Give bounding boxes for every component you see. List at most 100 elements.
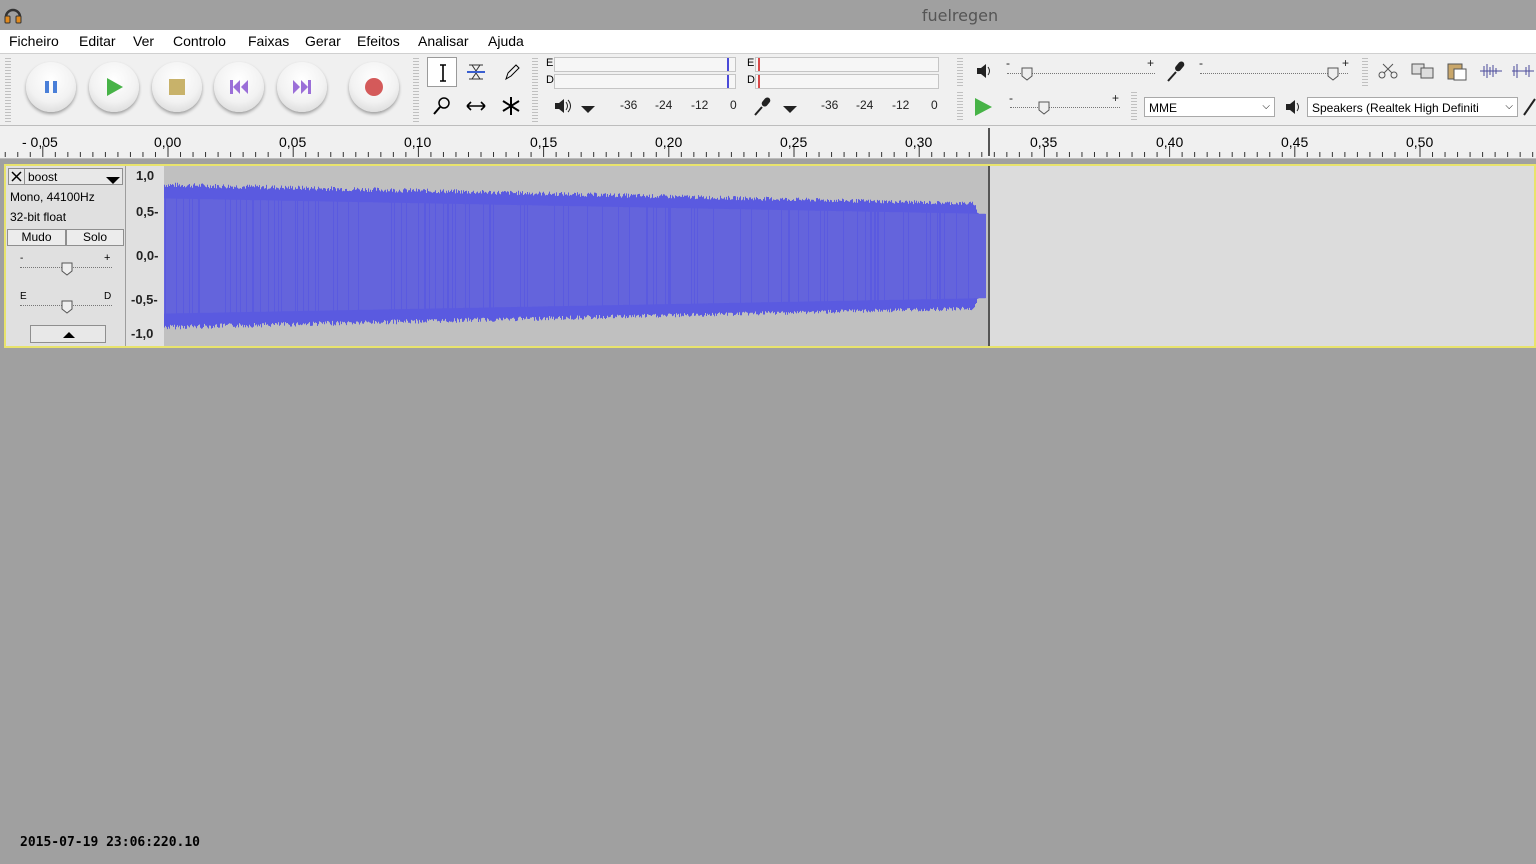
ruler-label: 0,40: [1156, 134, 1184, 150]
waveform-clip[interactable]: [164, 166, 990, 346]
slider-thumb[interactable]: [61, 262, 73, 276]
silence-audio-icon[interactable]: [1510, 62, 1536, 83]
menu-efeitos[interactable]: Efeitos: [357, 33, 400, 49]
toolbar-grip[interactable]: [957, 58, 963, 88]
chevron-down-icon: [783, 106, 797, 113]
menu-ficheiro[interactable]: Ficheiro: [9, 33, 59, 49]
slider-max-label: +: [1112, 91, 1120, 105]
trim-audio-icon[interactable]: [1478, 62, 1504, 83]
play-scale-label: -36: [620, 98, 638, 112]
record-button[interactable]: [349, 62, 399, 112]
selection-tool[interactable]: [427, 57, 457, 87]
play-scale-label: -12: [691, 98, 709, 112]
window-title: fuelregen: [921, 6, 999, 25]
slider-thumb[interactable]: [1038, 101, 1050, 115]
toolbar-grip[interactable]: [1362, 58, 1368, 88]
output-device-icon: [1284, 99, 1302, 118]
track-menu-dropdown[interactable]: [106, 173, 120, 188]
ruler-label: 0,25: [780, 134, 808, 150]
multi-tool[interactable]: [496, 91, 526, 121]
slider-max-label: +: [1147, 56, 1155, 70]
cut-icon[interactable]: [1377, 62, 1399, 83]
waveform-rms: [164, 198, 986, 314]
play-button[interactable]: [89, 62, 139, 112]
slider-thumb[interactable]: [1327, 67, 1339, 81]
menu-ver[interactable]: Ver: [133, 33, 154, 49]
meter-right-label: D: [747, 74, 755, 86]
track-format-info: Mono, 44100Hz: [10, 190, 95, 204]
skip-to-start-button[interactable]: [214, 62, 264, 112]
time-shift-tool[interactable]: [461, 91, 491, 121]
mute-button[interactable]: Mudo: [7, 229, 66, 246]
record-scale-label: -12: [892, 98, 910, 112]
y-axis-label: 1,0: [136, 168, 155, 183]
skip-to-end-icon: [293, 80, 311, 94]
y-axis-label: -1,0: [131, 326, 154, 341]
output-device-select[interactable]: Speakers (Realtek High Definiti ⌵: [1307, 97, 1518, 117]
zoom-tool[interactable]: [427, 91, 457, 121]
audio-host-select[interactable]: MME ⌵: [1144, 97, 1275, 117]
menu-faixas[interactable]: Faixas: [248, 33, 289, 49]
envelope-icon: [467, 64, 485, 80]
playback-speed-slider[interactable]: [1010, 107, 1120, 109]
playback-meter-right-bar: [554, 74, 736, 89]
play-head-marker[interactable]: [988, 128, 990, 156]
envelope-tool[interactable]: [461, 57, 491, 87]
track-empty-area[interactable]: [990, 166, 1534, 346]
toolbar-grip[interactable]: [5, 58, 11, 122]
solo-button[interactable]: Solo: [66, 229, 124, 246]
ruler-label: 0,45: [1281, 134, 1309, 150]
playback-meter-menu-button[interactable]: [580, 102, 596, 117]
gain-min-label: -: [20, 253, 24, 264]
close-track-button[interactable]: [9, 169, 25, 184]
slider-max-label: +: [1342, 56, 1350, 70]
slider-thumb[interactable]: [1021, 67, 1033, 81]
menu-editar[interactable]: Editar: [79, 33, 116, 49]
y-axis-label: 0,0-: [136, 248, 159, 263]
play-at-speed-button[interactable]: [972, 96, 994, 121]
y-axis-label: -0,5-: [131, 292, 158, 307]
menu-analisar[interactable]: Analisar: [418, 33, 469, 49]
toolbar-grip[interactable]: [532, 58, 538, 122]
amplitude-axis: 1,0 0,5- 0,0- -0,5- -1,0: [126, 166, 165, 346]
pause-button[interactable]: [26, 62, 76, 112]
speaker-icon: [553, 98, 571, 117]
stop-button[interactable]: [152, 62, 202, 112]
record-scale-label: 0: [931, 98, 938, 112]
ruler-label: 0,30: [905, 134, 933, 150]
slider-thumb[interactable]: [61, 300, 73, 314]
input-volume-slider[interactable]: [1200, 73, 1348, 75]
draw-tool[interactable]: [496, 57, 526, 87]
paste-icon[interactable]: [1446, 61, 1468, 84]
meter-left-label: E: [747, 57, 755, 69]
menu-controlo[interactable]: Controlo: [173, 33, 226, 49]
toolbar-grip[interactable]: [1131, 92, 1137, 122]
play-icon: [107, 78, 123, 96]
collapse-track-button[interactable]: [30, 325, 106, 343]
menu-bar: Ficheiro Editar Ver Controlo Faixas Gera…: [0, 30, 1536, 54]
skip-to-end-button[interactable]: [277, 62, 327, 112]
microphone-icon: [753, 96, 773, 119]
toolbar-grip[interactable]: [413, 58, 419, 122]
title-bar: fuelregen: [0, 0, 1536, 30]
record-meter-menu-button[interactable]: [782, 102, 798, 117]
ruler-label: 0,00: [154, 134, 182, 150]
menu-gerar[interactable]: Gerar: [305, 33, 341, 49]
output-device-value: Speakers (Realtek High Definiti: [1312, 101, 1479, 115]
asterisk-icon: [502, 97, 520, 115]
input-volume-icon: [1166, 60, 1188, 85]
double-arrow-icon: [466, 101, 486, 111]
ruler-label: 0,10: [404, 134, 432, 150]
copy-icon[interactable]: [1410, 62, 1436, 83]
record-meter[interactable]: E D: [743, 56, 943, 90]
record-icon: [365, 78, 383, 96]
toolbar-grip[interactable]: [957, 92, 963, 122]
menu-ajuda[interactable]: Ajuda: [488, 33, 524, 49]
timeline-ruler[interactable]: - 0,05 0,00 0,05 0,10 0,15 0,20 0,25 0,3…: [0, 126, 1536, 159]
pencil-icon: [505, 64, 520, 81]
playback-meter[interactable]: E D: [542, 56, 742, 90]
track-name-menu[interactable]: boost: [28, 170, 57, 184]
ruler-label: 0,50: [1406, 134, 1434, 150]
ruler-label: 0,05: [279, 134, 307, 150]
skip-to-start-icon: [230, 80, 248, 94]
